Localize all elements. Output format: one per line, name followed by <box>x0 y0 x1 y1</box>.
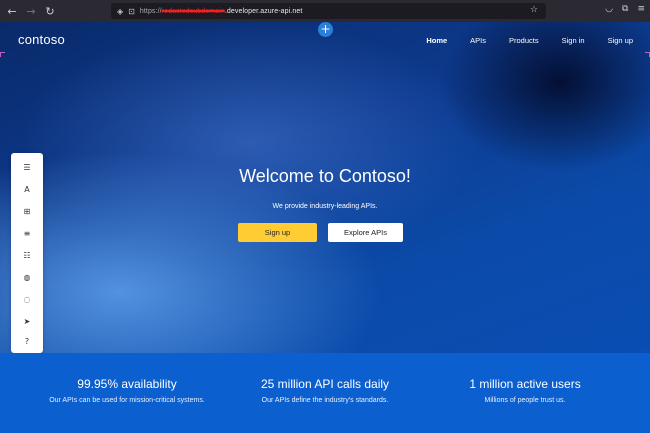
hero-subtitle: We provide industry-leading APIs. <box>272 203 378 210</box>
url-host: .developer.azure-api.net <box>224 7 303 15</box>
browser-toolbar: ← → ↻ ◈ ⊡ https://redactedsubdomain.deve… <box>0 0 650 22</box>
stat-caption: Our APIs can be used for mission-critica… <box>49 397 205 404</box>
stat-headline: 25 million API calls daily <box>260 377 390 391</box>
stat-availability: 99.95% availability Our APIs can be used… <box>22 377 232 404</box>
comment-icon[interactable]: ◌ <box>11 291 43 307</box>
stat-caption: Our APIs define the industry's standards… <box>261 397 389 404</box>
stat-api-calls: 25 million API calls daily Our APIs defi… <box>220 377 430 404</box>
portal-page: + contoso Home APIs Products Sign in Sig… <box>0 22 650 433</box>
arrow-right-icon[interactable]: → <box>24 4 38 18</box>
menu-icon[interactable]: ≡ <box>637 4 645 14</box>
nav-sign-up[interactable]: Sign up <box>608 36 633 45</box>
top-navigation: Home APIs Products Sign in Sign up <box>403 36 633 45</box>
add-section-button[interactable]: + <box>318 22 333 37</box>
hero-title: Welcome to Contoso! <box>239 166 411 186</box>
address-bar[interactable]: ◈ ⊡ https://redactedsubdomain.developer.… <box>111 3 546 19</box>
url-prefix: https:// <box>139 7 162 15</box>
bookmark-star-icon[interactable]: ☆ <box>530 5 538 15</box>
nav-apis[interactable]: APIs <box>470 36 486 45</box>
stat-active-users: 1 million active users Millions of peopl… <box>420 377 630 404</box>
nav-home[interactable]: Home <box>426 36 447 45</box>
browser-right-icons: ◡ ⧉ ≡ <box>605 4 645 14</box>
nav-products[interactable]: Products <box>509 36 539 45</box>
help-icon[interactable]: ? <box>11 333 43 349</box>
arrow-left-icon[interactable]: ← <box>5 4 19 18</box>
shield-icon[interactable]: ◈ <box>117 7 123 16</box>
pocket-icon[interactable]: ◡ <box>605 4 613 14</box>
nav-sign-in[interactable]: Sign in <box>562 36 585 45</box>
stat-headline: 1 million active users <box>469 377 581 391</box>
settings-icon[interactable]: ☷ <box>11 247 43 263</box>
extensions-icon[interactable]: ⧉ <box>622 4 628 14</box>
publish-icon[interactable]: ➤ <box>11 313 43 329</box>
sign-up-button[interactable]: Sign up <box>238 223 317 242</box>
stats-band: 99.95% availability Our APIs can be used… <box>0 353 650 433</box>
brand-logo[interactable]: contoso <box>18 32 65 47</box>
explore-apis-button[interactable]: Explore APIs <box>328 223 403 242</box>
stat-headline: 99.95% availability <box>77 377 177 391</box>
stat-caption: Millions of people trust us. <box>484 397 566 404</box>
url-redacted: redactedsubdomain <box>161 7 225 15</box>
selection-corner-left <box>0 52 5 57</box>
lock-icon[interactable]: ⊡ <box>128 7 135 16</box>
reload-icon[interactable]: ↻ <box>43 4 57 18</box>
layout-icon[interactable]: ≡ <box>11 225 43 241</box>
selection-corner-right <box>645 52 650 57</box>
url-text[interactable]: https://redactedsubdomain.developer.azur… <box>140 8 303 15</box>
styles-icon[interactable]: ◍ <box>11 269 43 285</box>
